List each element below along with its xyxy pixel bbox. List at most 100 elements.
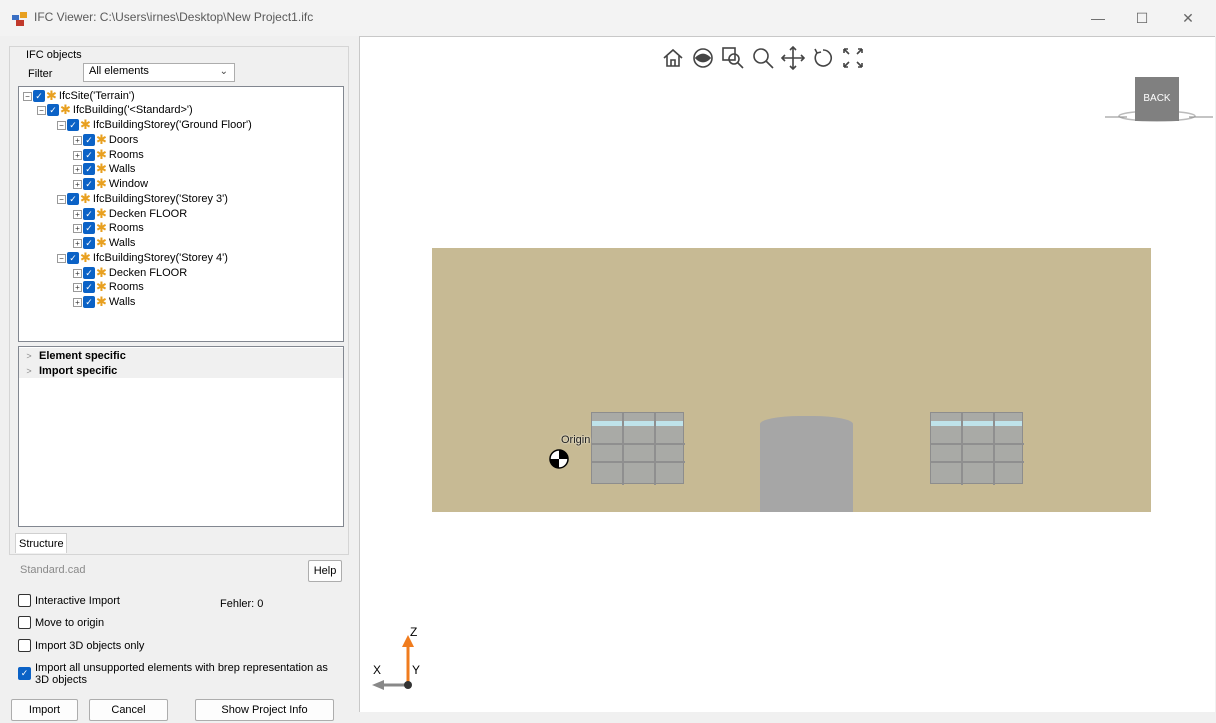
checkbox-checked-icon[interactable]: ✓: [67, 119, 79, 131]
chevron-right-icon[interactable]: >: [19, 351, 39, 361]
tree-item-label: IfcBuildingStorey('Storey 3'): [92, 193, 228, 205]
tree-item-label: Window: [108, 178, 149, 190]
checkbox-unchecked-icon[interactable]: [18, 639, 31, 652]
door[interactable]: [760, 416, 853, 512]
origin-marker-icon: [549, 449, 569, 469]
checkbox-label: Interactive Import: [35, 594, 120, 607]
tree-item[interactable]: + ✓ ✱ Walls: [73, 162, 135, 176]
checkbox-checked-icon[interactable]: ✓: [83, 281, 95, 293]
checkbox-unchecked-icon[interactable]: [18, 616, 31, 629]
tree-item-label: IfcBuildingStorey('Storey 4'): [92, 252, 228, 264]
collapse-icon[interactable]: −: [37, 105, 46, 115]
checkbox-checked-icon[interactable]: ✓: [83, 149, 95, 161]
ifc-element-icon: ✱: [46, 88, 57, 103]
ifc-element-icon: ✱: [96, 147, 107, 162]
checkbox-checked-icon[interactable]: ✓: [83, 178, 95, 190]
window-title: IFC Viewer: C:\Users\irnes\Desktop\New P…: [34, 10, 314, 24]
zoom-window-icon[interactable]: [720, 45, 746, 71]
tree-item[interactable]: − ✓ ✱ IfcBuildingStorey('Storey 3'): [57, 192, 228, 206]
tree-item[interactable]: + ✓ ✱ Decken FLOOR: [73, 266, 187, 280]
ifc-element-icon: ✱: [80, 250, 91, 265]
ifc-element-icon: ✱: [96, 235, 107, 250]
checkbox-checked-icon[interactable]: ✓: [18, 667, 31, 680]
window-left[interactable]: [591, 412, 685, 485]
close-button[interactable]: ✕: [1168, 6, 1208, 30]
tree-item[interactable]: − ✓ ✱ IfcSite('Terrain'): [23, 89, 135, 103]
expand-icon[interactable]: +: [73, 268, 82, 278]
checkbox-checked-icon[interactable]: ✓: [83, 134, 95, 146]
expand-icon[interactable]: +: [73, 223, 82, 233]
ifc-element-icon: ✱: [96, 176, 107, 191]
tree-item[interactable]: + ✓ ✱ Walls: [73, 295, 135, 309]
tree-item[interactable]: + ✓ ✱ Doors: [73, 133, 138, 147]
checkbox-unchecked-icon[interactable]: [18, 594, 31, 607]
checkbox-label: Import all unsupported elements with bre…: [35, 662, 328, 686]
checkbox-checked-icon[interactable]: ✓: [47, 104, 59, 116]
building-facade[interactable]: [432, 248, 1151, 512]
tree-item[interactable]: − ✓ ✱ IfcBuildingStorey('Ground Floor'): [57, 118, 252, 132]
expand-icon[interactable]: +: [73, 135, 82, 145]
checkbox-checked-icon[interactable]: ✓: [83, 208, 95, 220]
collapse-icon[interactable]: −: [57, 194, 66, 204]
expand-icon[interactable]: +: [73, 297, 82, 307]
import-3d-only-checkbox[interactable]: Import 3D objects only: [18, 639, 144, 652]
expand-icon[interactable]: +: [73, 150, 82, 160]
collapse-icon[interactable]: −: [57, 253, 66, 263]
checkbox-checked-icon[interactable]: ✓: [67, 252, 79, 264]
show-project-info-button[interactable]: Show Project Info: [195, 699, 334, 721]
tree-item[interactable]: + ✓ ✱ Walls: [73, 236, 135, 250]
cad-file-field[interactable]: Standard.cad: [18, 561, 293, 581]
ifc-element-icon: ✱: [96, 161, 107, 176]
ifc-tree[interactable]: − ✓ ✱ IfcSite('Terrain') − ✓ ✱ IfcBuilding('<S…: [18, 86, 344, 342]
window-transom: [931, 443, 1024, 445]
zoom-icon[interactable]: [750, 45, 776, 71]
checkbox-checked-icon[interactable]: ✓: [33, 90, 45, 102]
checkbox-checked-icon[interactable]: ✓: [83, 296, 95, 308]
collapse-icon[interactable]: −: [23, 91, 32, 101]
checkbox-checked-icon[interactable]: ✓: [83, 237, 95, 249]
tree-item[interactable]: + ✓ ✱ Rooms: [73, 221, 144, 235]
property-category[interactable]: > Element specific: [19, 348, 343, 363]
error-count: Fehler: 0: [220, 598, 264, 610]
import-brep-checkbox[interactable]: ✓ Import all unsupported elements with b…: [18, 662, 338, 686]
checkbox-checked-icon[interactable]: ✓: [83, 267, 95, 279]
ifc-element-icon: ✱: [60, 102, 71, 117]
tree-item[interactable]: + ✓ ✱ Window: [73, 177, 148, 191]
eye-icon[interactable]: [690, 45, 716, 71]
checkbox-checked-icon[interactable]: ✓: [67, 193, 79, 205]
tree-item[interactable]: + ✓ ✱ Rooms: [73, 148, 144, 162]
import-button[interactable]: Import: [11, 699, 78, 721]
home-icon[interactable]: [660, 45, 686, 71]
filter-dropdown[interactable]: All elements ⌄: [83, 63, 235, 82]
expand-icon[interactable]: +: [73, 179, 82, 189]
move-to-origin-checkbox[interactable]: Move to origin: [18, 616, 104, 629]
expand-icon[interactable]: +: [73, 209, 82, 219]
window-glass-band: [931, 421, 1022, 426]
expand-icon[interactable]: +: [73, 282, 82, 292]
tree-item[interactable]: + ✓ ✱ Decken FLOOR: [73, 207, 187, 221]
tree-item[interactable]: − ✓ ✱ IfcBuildingStorey('Storey 4'): [57, 251, 228, 265]
checkbox-checked-icon[interactable]: ✓: [83, 222, 95, 234]
interactive-import-checkbox[interactable]: Interactive Import: [18, 594, 120, 607]
tree-item-label: Walls: [108, 163, 136, 175]
tree-item[interactable]: + ✓ ✱ Rooms: [73, 280, 144, 294]
minimize-button[interactable]: —: [1078, 6, 1118, 30]
tree-item[interactable]: − ✓ ✱ IfcBuilding('<Standard>'): [37, 103, 193, 117]
tree-item-label: IfcSite('Terrain'): [58, 90, 135, 102]
property-category[interactable]: > Import specific: [19, 363, 343, 378]
tab-structure[interactable]: Structure: [15, 533, 67, 553]
fullscreen-icon[interactable]: [840, 45, 866, 71]
chevron-right-icon[interactable]: >: [19, 366, 39, 376]
3d-viewport[interactable]: BACK Origin Z X Y: [359, 36, 1215, 712]
checkbox-checked-icon[interactable]: ✓: [83, 163, 95, 175]
cancel-button[interactable]: Cancel: [89, 699, 168, 721]
rotate-icon[interactable]: [810, 45, 836, 71]
window-right[interactable]: [930, 412, 1024, 485]
view-cube-back[interactable]: BACK: [1135, 77, 1179, 121]
help-button[interactable]: Help: [308, 560, 342, 582]
expand-icon[interactable]: +: [73, 164, 82, 174]
collapse-icon[interactable]: −: [57, 120, 66, 130]
pan-icon[interactable]: [780, 45, 806, 71]
expand-icon[interactable]: +: [73, 238, 82, 248]
maximize-button[interactable]: ☐: [1122, 6, 1162, 30]
